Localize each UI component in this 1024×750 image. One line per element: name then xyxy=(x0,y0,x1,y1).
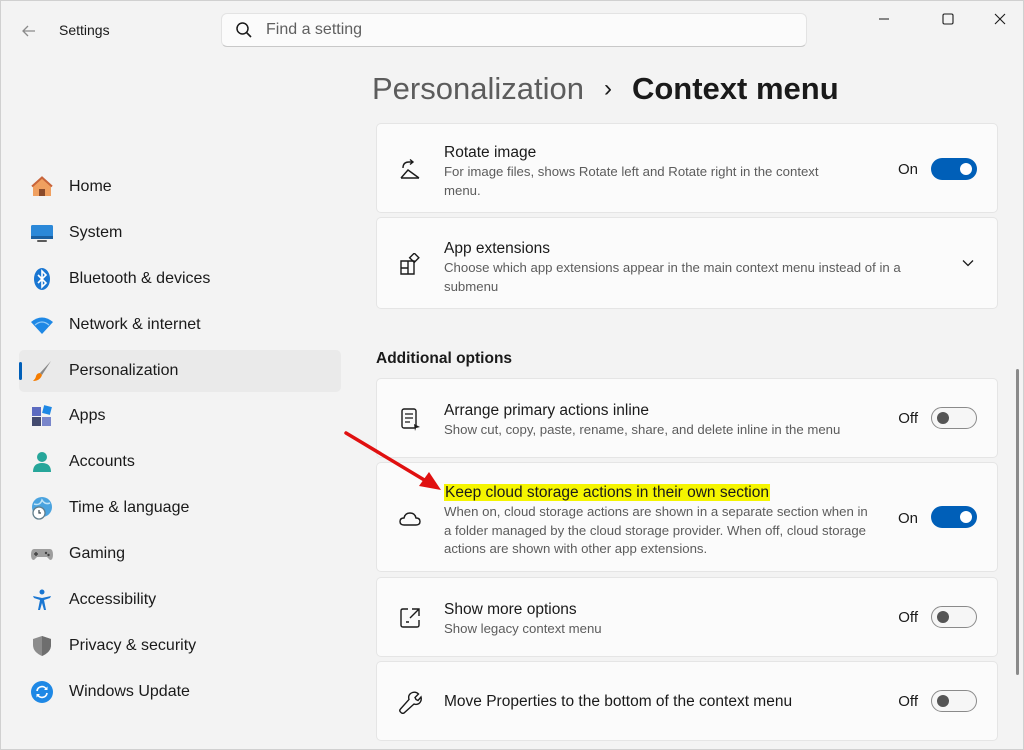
sidebar-item-label: System xyxy=(69,223,123,241)
toggle-state-label: On xyxy=(897,510,918,527)
sidebar-item-label: Apps xyxy=(69,407,106,425)
toggle-knob xyxy=(937,412,949,424)
arrange-inline-toggle[interactable] xyxy=(931,407,977,429)
sidebar-item-label: Bluetooth & devices xyxy=(69,269,211,287)
close-button[interactable] xyxy=(977,1,1023,37)
back-button[interactable] xyxy=(13,17,45,45)
minimize-icon xyxy=(879,18,889,20)
sidebar-item-system[interactable]: System xyxy=(19,212,341,254)
search-icon xyxy=(222,21,266,39)
sidebar-item-time-language[interactable]: Time & language xyxy=(19,487,341,529)
accessibility-icon xyxy=(29,587,55,613)
toggle-state-label: Off xyxy=(898,609,918,626)
cloud-icon xyxy=(397,506,423,532)
setting-description: For image files, shows Rotate left and R… xyxy=(444,164,819,198)
annotation-arrow-icon xyxy=(344,431,441,490)
setting-title: Move Properties to the bottom of the con… xyxy=(444,693,793,710)
close-icon xyxy=(994,13,1006,25)
toggle-knob xyxy=(960,163,972,175)
setting-arrange-inline: Arrange primary actions inline Show cut,… xyxy=(376,378,998,458)
sidebar-item-accounts[interactable]: Accounts xyxy=(19,441,341,483)
sidebar-item-label: Personalization xyxy=(69,361,179,379)
show-more-options-toggle[interactable] xyxy=(931,606,977,628)
sidebar-item-gaming[interactable]: Gaming xyxy=(19,533,341,575)
chevron-down-icon[interactable] xyxy=(959,254,977,272)
sidebar-item-network[interactable]: Network & internet xyxy=(19,304,341,346)
rotate-image-icon xyxy=(397,157,423,183)
wifi-icon xyxy=(29,312,55,338)
toggle-knob xyxy=(937,695,949,707)
shield-icon xyxy=(29,633,55,659)
sidebar-item-label: Accounts xyxy=(69,453,135,471)
sidebar-item-label: Gaming xyxy=(69,545,126,563)
sidebar-item-label: Home xyxy=(69,178,112,195)
sidebar-item-label: Network & internet xyxy=(69,315,201,333)
setting-description: Show cut, copy, paste, rename, share, an… xyxy=(444,422,841,437)
system-icon xyxy=(29,220,55,246)
sidebar-item-apps[interactable]: Apps xyxy=(19,395,341,437)
sidebar-item-label: Accessibility xyxy=(69,591,157,609)
toggle-state-label: Off xyxy=(898,693,918,710)
move-properties-toggle[interactable] xyxy=(931,690,977,712)
search-input[interactable] xyxy=(266,21,766,39)
toggle-state-label: On xyxy=(897,161,918,178)
app-extensions-icon xyxy=(397,252,423,278)
globe-clock-icon xyxy=(29,495,55,521)
sidebar-item-label: Windows Update xyxy=(69,682,190,700)
breadcrumb-parent-link[interactable]: Personalization xyxy=(372,71,584,107)
scrollbar-thumb[interactable] xyxy=(1016,369,1019,675)
title-bar: Settings xyxy=(1,1,1023,61)
cloud-storage-toggle[interactable] xyxy=(931,506,977,528)
sidebar-item-label: Time & language xyxy=(69,499,190,517)
home-icon xyxy=(29,174,55,200)
setting-description: Choose which app extensions appear in th… xyxy=(444,260,901,294)
toggle-knob xyxy=(960,511,972,523)
sidebar-item-home[interactable]: Home xyxy=(19,166,341,208)
sidebar-item-windows-update[interactable]: Windows Update xyxy=(19,671,341,713)
back-arrow-icon xyxy=(22,25,35,37)
wrench-icon xyxy=(397,689,423,715)
breadcrumb: Personalization › Context menu xyxy=(372,67,839,111)
sidebar-item-bluetooth[interactable]: Bluetooth & devices xyxy=(19,258,341,300)
bluetooth-icon xyxy=(29,266,55,292)
toggle-state-label: Off xyxy=(898,410,918,427)
apps-icon xyxy=(29,403,55,429)
paintbrush-icon xyxy=(29,358,55,384)
sidebar-item-label: Privacy & security xyxy=(69,636,197,654)
maximize-icon xyxy=(942,13,954,25)
setting-description: When on, cloud storage actions are shown… xyxy=(444,504,868,556)
setting-title: App extensions xyxy=(444,240,550,257)
page-title: Context menu xyxy=(631,71,839,106)
minimize-button[interactable] xyxy=(861,1,907,37)
setting-description: Show legacy context menu xyxy=(444,621,602,636)
search-box[interactable] xyxy=(221,13,807,47)
setting-title: Arrange primary actions inline xyxy=(444,402,650,419)
setting-move-properties: Move Properties to the bottom of the con… xyxy=(376,661,998,741)
sidebar-item-accessibility[interactable]: Accessibility xyxy=(19,579,341,621)
setting-title: Rotate image xyxy=(444,144,537,161)
open-external-icon xyxy=(397,605,423,631)
app-title: Settings xyxy=(59,22,110,38)
setting-show-more-options: Show more options Show legacy context me… xyxy=(376,577,998,657)
sidebar-item-personalization[interactable]: Personalization xyxy=(19,349,341,392)
toggle-knob xyxy=(937,611,949,623)
breadcrumb-separator: › xyxy=(603,75,612,102)
account-icon xyxy=(29,449,55,475)
setting-rotate-image: Rotate image For image files, shows Rota… xyxy=(376,123,998,213)
setting-app-extensions[interactable]: App extensions Choose which app extensio… xyxy=(376,217,998,309)
rotate-image-toggle[interactable] xyxy=(931,158,977,180)
maximize-button[interactable] xyxy=(925,1,971,37)
section-heading: Additional options xyxy=(376,350,513,367)
setting-title-highlighted: Keep cloud storage actions in their own … xyxy=(444,484,770,501)
sidebar-item-privacy[interactable]: Privacy & security xyxy=(19,625,341,667)
gamepad-icon xyxy=(29,541,55,567)
setting-title: Show more options xyxy=(444,601,577,618)
sidebar-nav: Home System Bluetooth & devices Network … xyxy=(19,166,341,717)
update-icon xyxy=(29,679,55,705)
setting-cloud-storage: Keep cloud storage actions in their own … xyxy=(376,462,998,572)
settings-window: Settings Find a setting Home System Blue… xyxy=(0,0,1024,750)
